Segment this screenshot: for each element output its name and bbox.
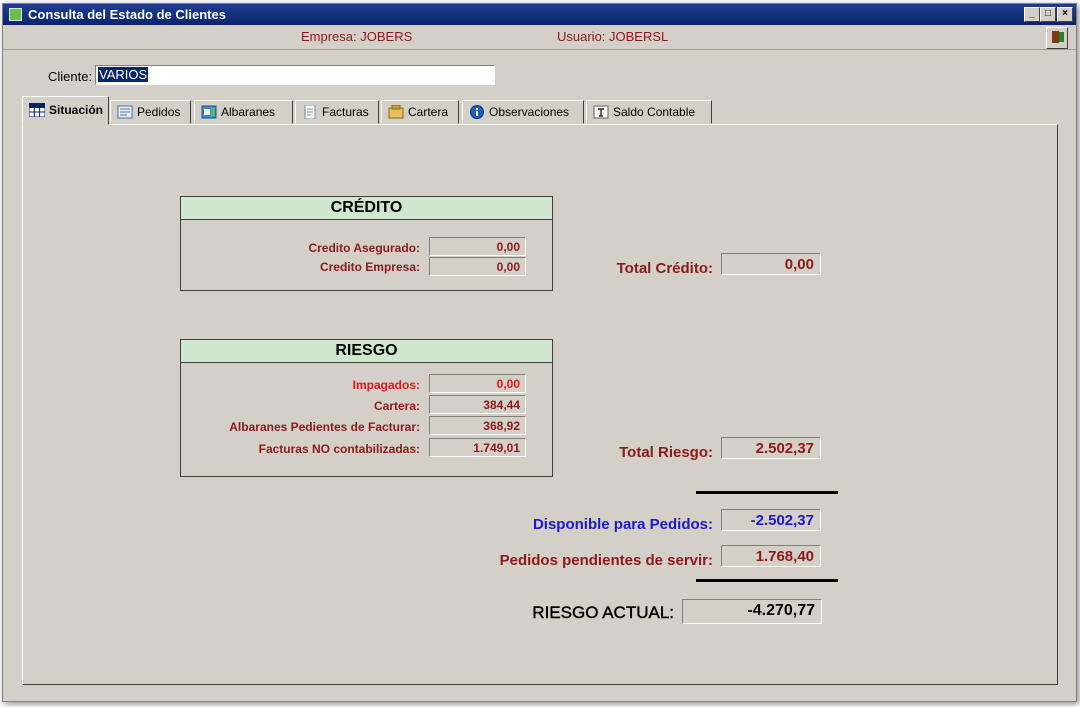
close-button[interactable]: × [1057, 7, 1073, 22]
total-credito-value: 0,00 [721, 253, 821, 275]
tab-albaranes[interactable]: Albaranes [194, 100, 293, 124]
total-credito-label: Total Crédito: [616, 260, 713, 277]
tab-label: Cartera [408, 105, 449, 119]
albaranes-value: 368,92 [429, 416, 526, 435]
credito-empresa-label: Credito Empresa: [319, 260, 420, 274]
balance-icon [593, 105, 609, 119]
exit-button[interactable] [1046, 27, 1068, 49]
divider-line [696, 579, 838, 582]
wallet-icon [388, 105, 404, 119]
facturas-label: Facturas NO contabilizadas: [258, 442, 420, 456]
credito-empresa-value: 0,00 [429, 257, 526, 276]
riesgo-group: RIESGO Impagados: 0,00 Cartera: 384,44 A… [180, 339, 553, 477]
tab-label: Situación [49, 103, 104, 117]
credito-asegurado-label: Credito Asegurado: [308, 241, 420, 255]
total-riesgo-label: Total Riesgo: [619, 444, 713, 461]
tab-pedidos[interactable]: Pedidos [110, 100, 191, 124]
tab-observaciones[interactable]: Observaciones [462, 100, 584, 124]
divider-line [696, 491, 838, 494]
credito-group: CRÉDITO Credito Asegurado: 0,00 Credito … [180, 196, 553, 291]
invoice-icon [304, 105, 316, 119]
cliente-input[interactable]: VARIOS [95, 65, 495, 85]
pedidos-pendientes-value: 1.768,40 [721, 545, 821, 567]
riesgo-actual-value: -4.270,77 [682, 599, 822, 624]
grid-icon [29, 103, 45, 117]
impagados-label: Impagados: [352, 378, 420, 392]
riesgo-actual-label: RIESGO ACTUAL: [532, 603, 674, 622]
riesgo-header: RIESGO [181, 340, 552, 363]
exit-arrow-icon [1059, 32, 1064, 42]
app-icon [9, 8, 22, 21]
delivery-icon [201, 105, 217, 119]
minimize-button[interactable]: _ [1024, 7, 1040, 22]
tab-label: Facturas [322, 105, 369, 119]
door-icon [1052, 31, 1059, 43]
window-title: Consulta del Estado de Clientes [28, 7, 226, 22]
usuario-label: Usuario: JOBERSL [557, 29, 669, 44]
tab-label: Saldo Contable [613, 105, 696, 119]
orders-icon [117, 105, 133, 119]
cartera-value: 384,44 [429, 395, 526, 414]
title-bar[interactable]: Consulta del Estado de Clientes _ □ × [3, 4, 1076, 25]
info-bar: Empresa: JOBERS Usuario: JOBERSL [3, 25, 1076, 50]
cliente-label: Cliente: [48, 69, 93, 84]
albaranes-label: Albaranes Pedientes de Facturar: [229, 420, 420, 434]
tab-saldo-contable[interactable]: Saldo Contable [586, 100, 712, 124]
tab-facturas[interactable]: Facturas [295, 100, 379, 124]
disponible-label: Disponible para Pedidos: [532, 516, 713, 533]
empresa-label: Empresa: JOBERS [301, 29, 413, 44]
disponible-value: -2.502,37 [721, 509, 821, 531]
situacion-panel: CRÉDITO Credito Asegurado: 0,00 Credito … [22, 124, 1058, 685]
tab-label: Pedidos [137, 105, 181, 119]
pedidos-pendientes-label: Pedidos pendientes de servir: [499, 552, 713, 569]
maximize-button[interactable]: □ [1040, 7, 1056, 22]
credito-header: CRÉDITO [181, 197, 552, 220]
info-icon [470, 105, 484, 119]
impagados-value: 0,00 [429, 374, 526, 393]
tab-label: Albaranes [221, 105, 276, 119]
tab-label: Observaciones [489, 105, 570, 119]
main-window: Consulta del Estado de Clientes _ □ × Em… [2, 3, 1077, 702]
cliente-value: VARIOS [98, 67, 149, 82]
credito-asegurado-value: 0,00 [429, 237, 526, 256]
tab-cartera[interactable]: Cartera [381, 100, 459, 124]
total-riesgo-value: 2.502,37 [721, 437, 821, 459]
cartera-label: Cartera: [373, 399, 420, 413]
tab-situacion[interactable]: Situación [22, 96, 109, 125]
facturas-value: 1.749,01 [429, 438, 526, 457]
